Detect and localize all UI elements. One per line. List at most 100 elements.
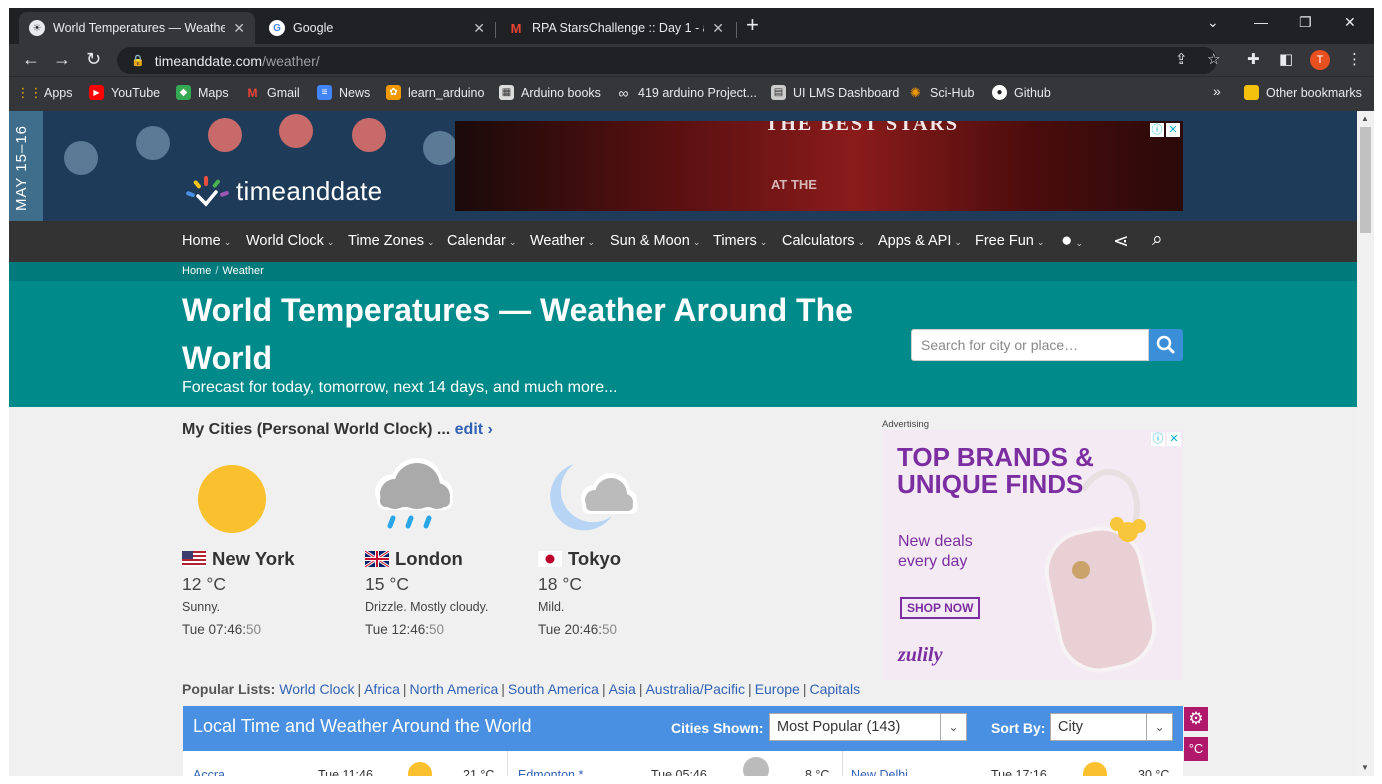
browser-chrome: ☀ World Temperatures — Weather ✕ G Googl… (9, 8, 1374, 111)
side-ad[interactable]: TOP BRANDS & UNIQUE FINDS New deals ever… (883, 430, 1183, 680)
bookmark-gmail[interactable]: M Gmail (245, 85, 300, 100)
city-time-hm: Tue 07:46: (182, 622, 247, 637)
address-bar[interactable]: 🔒 timeanddate.com/weather/ (117, 47, 1217, 74)
close-tab-icon[interactable]: ✕ (473, 20, 485, 37)
link-north-america[interactable]: North America (410, 681, 499, 697)
minimize-button[interactable]: — (1254, 14, 1268, 30)
close-tab-icon[interactable]: ✕ (233, 20, 245, 37)
table-cell-city[interactable]: Accra (193, 768, 225, 776)
search-icon[interactable]: ⌕ (1152, 229, 1163, 251)
bookmarks-overflow-button[interactable]: » (1213, 83, 1221, 99)
nav-timers[interactable]: Timers ⌄ (713, 233, 767, 249)
chevron-down-icon: ⌄ (1075, 238, 1084, 248)
link-south-america[interactable]: South America (508, 681, 599, 697)
share-icon[interactable]: ⇪ (1175, 50, 1188, 68)
bookmark-apps[interactable]: ⋮⋮ Apps (16, 84, 73, 100)
bookmark-arduino-books[interactable]: ▦ Arduino books (499, 85, 601, 100)
top-banner-ad[interactable]: THE BEST STARS AT THE ⓘ ✕ (455, 121, 1183, 211)
page-subtitle: Forecast for today, tomorrow, next 14 da… (182, 379, 618, 396)
tab-search-icon[interactable]: ⌄ (1207, 14, 1219, 31)
site-logo[interactable]: timeanddate (184, 174, 382, 208)
url-path: /weather/ (262, 52, 320, 69)
extensions-puzzle-icon[interactable]: ✚ (1247, 50, 1260, 68)
share-icon[interactable]: ⋖ (1113, 230, 1129, 253)
breadcrumb-home[interactable]: Home (182, 265, 211, 277)
link-capitals[interactable]: Capitals (809, 681, 860, 697)
edit-cities-link[interactable]: edit › (455, 421, 493, 438)
bookmark-youtube[interactable]: ▶ YouTube (89, 85, 160, 100)
forward-button[interactable]: → (53, 49, 71, 70)
maximize-button[interactable]: ❐ (1299, 14, 1312, 31)
tab-rpa[interactable]: M RPA StarsChallenge :: Day 1 - ada ✕ (498, 12, 734, 44)
nav-world-clock[interactable]: World Clock ⌄ (246, 233, 334, 249)
infinity-icon: ∞ (618, 84, 629, 101)
bookmark-github[interactable]: ● Github (992, 85, 1051, 100)
close-window-button[interactable]: ✕ (1344, 14, 1356, 31)
scroll-down-icon[interactable]: ▼ (1361, 763, 1369, 772)
menu-kebab-icon[interactable]: ⋮ (1347, 50, 1362, 68)
ad-close-icon[interactable]: ✕ (1167, 432, 1181, 446)
table-cell-city[interactable]: Edmonton * (518, 768, 583, 776)
tab-weather[interactable]: ☀ World Temperatures — Weather ✕ (19, 12, 255, 44)
bookmark-419-arduino[interactable]: ∞ 419 arduino Project... (616, 84, 757, 101)
link-africa[interactable]: Africa (364, 681, 400, 697)
link-europe[interactable]: Europe (755, 681, 800, 697)
nav-weather[interactable]: Weather ⌄ (530, 233, 595, 249)
ad-headline: TOP BRANDS & UNIQUE FINDS (897, 442, 1094, 499)
link-world-clock[interactable]: World Clock (279, 681, 354, 697)
reload-button[interactable]: ↻ (86, 49, 101, 70)
scroll-up-icon[interactable]: ▲ (1361, 114, 1369, 123)
breadcrumb-weather[interactable]: Weather (222, 265, 263, 277)
ad-info-icon[interactable]: ⓘ (1151, 432, 1165, 446)
page-scrollbar[interactable]: ▲ ▼ (1357, 111, 1374, 776)
table-cell-time: Tue 05:46 (651, 768, 707, 776)
link-australia-pacific[interactable]: Australia/Pacific (645, 681, 745, 697)
ad-choices[interactable]: ⓘ ✕ (1150, 123, 1180, 137)
search-button[interactable] (1149, 329, 1183, 361)
nav-home[interactable]: Home ⌄ (182, 233, 231, 249)
moon-date-strip[interactable]: MAY 15–16 (9, 111, 43, 221)
tab-google[interactable]: G Google ✕ (259, 12, 495, 44)
shop-now-button[interactable]: SHOP NOW (900, 597, 981, 619)
city-search-input[interactable]: Search for city or place… (911, 329, 1149, 361)
account-icon[interactable]: ● ⌄ (1061, 230, 1083, 252)
link-asia[interactable]: Asia (609, 681, 636, 697)
ad-info-icon[interactable]: ⓘ (1150, 123, 1164, 137)
settings-gear-icon[interactable]: ⚙ (1184, 707, 1208, 731)
ad-choices[interactable]: ⓘ ✕ (1151, 432, 1181, 446)
other-bookmarks[interactable]: ■ Other bookmarks (1244, 85, 1362, 100)
popular-lists: Popular Lists: World Clock | Africa | North … (182, 681, 860, 697)
cities-shown-select[interactable]: Most Popular (143) ⌄ (769, 713, 967, 741)
sort-by-select[interactable]: City ⌄ (1050, 713, 1173, 741)
nav-sun-moon[interactable]: Sun & Moon ⌄ (610, 233, 700, 249)
ad-close-icon[interactable]: ✕ (1166, 123, 1180, 137)
bookmark-ui-lms[interactable]: ▤ UI LMS Dashboard (771, 85, 899, 100)
scrollbar-thumb[interactable] (1360, 127, 1371, 233)
tab-divider (495, 22, 496, 38)
unit-toggle-button[interactable]: °C (1184, 737, 1208, 761)
bookmark-star-icon[interactable]: ☆ (1207, 50, 1220, 68)
bookmark-news[interactable]: ≡ News (317, 85, 370, 100)
bookmark-label: Maps (198, 85, 229, 100)
nav-calendar[interactable]: Calendar ⌄ (447, 233, 516, 249)
close-tab-icon[interactable]: ✕ (712, 20, 724, 37)
nav-free-fun[interactable]: Free Fun ⌄ (975, 233, 1044, 249)
nav-time-zones[interactable]: Time Zones ⌄ (348, 233, 435, 249)
table-cell-city[interactable]: New Delhi (851, 768, 908, 776)
bookmark-learn-arduino[interactable]: ✿ learn_arduino (386, 85, 484, 100)
bookmark-maps[interactable]: ◆ Maps (176, 85, 229, 100)
apps-grid-icon: ⋮⋮ (16, 84, 43, 100)
back-button[interactable]: ← (22, 49, 40, 70)
city-time: Tue 12:46:50 (365, 622, 444, 637)
nav-calculators[interactable]: Calculators ⌄ (782, 233, 865, 249)
bookmark-label: Arduino books (521, 85, 601, 100)
city-name: Tokyo (538, 548, 621, 570)
reading-list-icon[interactable]: ◧ (1279, 50, 1293, 68)
sort-by-label: Sort By: (991, 720, 1046, 736)
bookmark-scihub[interactable]: ✺ Sci-Hub (908, 85, 974, 100)
nav-apps-api[interactable]: Apps & API ⌄ (878, 233, 962, 249)
new-tab-button[interactable]: + (746, 14, 759, 36)
ad-text: New deals every day (898, 533, 973, 570)
profile-avatar[interactable]: T (1310, 50, 1330, 70)
lock-icon: 🔒 (131, 55, 145, 67)
